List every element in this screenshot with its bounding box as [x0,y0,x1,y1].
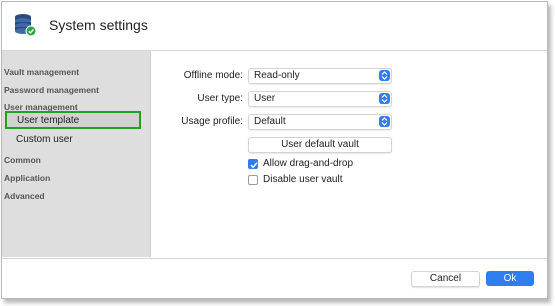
cancel-button[interactable]: Cancel [411,271,480,287]
allow-drag-drop-checkbox[interactable] [248,159,258,169]
allow-drag-drop-label[interactable]: Allow drag-and-drop [263,158,353,169]
disable-user-vault-checkbox[interactable] [248,175,258,185]
user-type-value: User [254,93,276,104]
offline-mode-label: Offline mode: [183,70,243,81]
up-down-chevron-icon [379,116,390,127]
sidebar-item-common[interactable]: Common [4,155,41,165]
sidebar-item-label: User template [17,115,80,126]
offline-mode-select[interactable]: Read-only [248,68,392,84]
user-type-select[interactable]: User [248,91,392,107]
sidebar-item-password-management[interactable]: Password management [4,85,99,95]
up-down-chevron-icon [379,70,390,81]
settings-window: System settings Vault management Passwor… [1,1,548,299]
ok-button[interactable]: Ok [486,271,534,286]
usage-profile-value: Default [254,116,286,127]
sidebar-item-advanced[interactable]: Advanced [4,191,45,201]
user-type-label: User type: [197,93,243,104]
database-check-icon [11,11,39,39]
usage-profile-select[interactable]: Default [248,114,392,130]
up-down-chevron-icon [379,93,390,104]
sidebar-item-application[interactable]: Application [4,173,50,183]
disable-user-vault-label[interactable]: Disable user vault [263,174,342,185]
title-bar: System settings [2,2,547,51]
offline-mode-value: Read-only [254,70,300,81]
sidebar-item-vault-management[interactable]: Vault management [4,67,79,77]
settings-content: Offline mode: Read-only User type: User … [151,51,547,257]
sidebar-item-custom-user[interactable]: Custom user [16,134,73,145]
usage-profile-label: Usage profile: [181,116,243,127]
user-default-vault-button[interactable]: User default vault [248,137,392,153]
settings-sidebar: Vault management Password management Use… [2,51,151,257]
sidebar-item-user-template[interactable]: User template [5,111,141,129]
window-title: System settings [49,17,148,33]
dialog-footer: Cancel Ok [2,258,547,298]
